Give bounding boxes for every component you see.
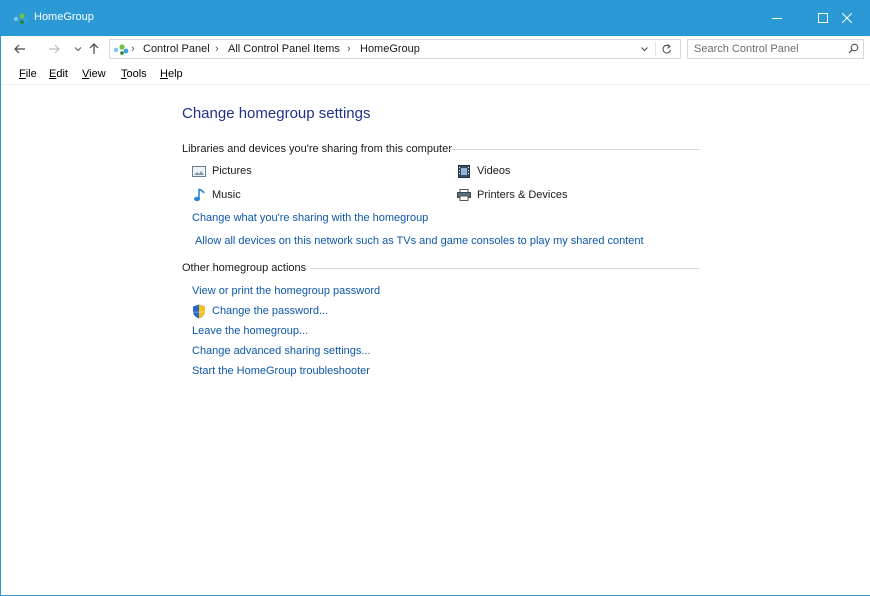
page-title: Change homegroup settings [182,105,371,122]
menu-tools-label: ools [126,68,147,80]
forward-button[interactable] [47,42,61,56]
navigation-bar: › Control Panel › All Control Panel Item… [1,36,870,63]
music-label: Music [212,189,241,201]
leave-homegroup-link[interactable]: Leave the homegroup... [192,325,308,337]
menu-help-label: elp [167,68,183,80]
videos-label: Videos [477,165,511,177]
breadcrumb-control-panel[interactable]: Control Panel [143,43,210,55]
sharing-section-divider [447,149,700,150]
breadcrumb-separator: › [131,43,135,55]
printer-icon [456,188,472,202]
shared-item-printers: Printers & Devices [456,188,567,202]
recent-locations-button[interactable] [71,42,85,56]
breadcrumb-all-items[interactable]: All Control Panel Items [228,43,340,55]
search-button[interactable] [848,43,859,57]
menu-view-label: iew [89,68,106,80]
content-pane: Change homegroup settings Libraries and … [1,86,870,595]
menu-edit-label: dit [56,68,68,80]
videos-icon [456,164,472,178]
up-button[interactable] [87,42,101,56]
chevron-down-icon [641,47,648,52]
up-arrow-icon [89,43,99,54]
menu-help-accel: H [160,68,168,80]
allow-all-devices-link[interactable]: Allow all devices on this network such a… [195,235,644,247]
troubleshooter-link[interactable]: Start the HomeGroup troubleshooter [192,365,370,377]
music-icon [191,188,207,202]
title-bar[interactable]: HomeGroup [1,0,870,36]
homegroup-app-icon [13,13,29,24]
shared-item-music: Music [191,188,241,202]
address-divider [655,42,656,56]
search-input[interactable] [694,42,844,56]
breadcrumb-homegroup[interactable]: HomeGroup [360,43,420,55]
change-sharing-link[interactable]: Change what you're sharing with the home… [192,212,428,224]
close-icon [842,13,852,23]
menu-file-accel: F [19,68,26,80]
change-password-link[interactable]: Change the password... [212,305,328,317]
chevron-down-icon [74,47,82,52]
back-button[interactable] [13,42,27,56]
back-arrow-icon [14,44,25,54]
forward-arrow-icon [49,44,60,54]
shared-item-pictures: Pictures [191,164,252,178]
control-panel-icon [113,44,129,55]
search-icon [848,43,859,54]
menu-file[interactable]: File [19,68,37,80]
window-title: HomeGroup [34,11,94,23]
sharing-section-heading: Libraries and devices you're sharing fro… [182,143,452,155]
uac-shield-icon [193,304,205,319]
shared-item-videos: Videos [456,164,510,178]
address-dropdown-button[interactable] [640,43,649,58]
actions-section-heading: Other homegroup actions [182,262,307,274]
close-button[interactable] [824,0,870,36]
menu-view[interactable]: View [82,68,106,80]
refresh-button[interactable] [661,43,672,58]
homegroup-window: HomeGroup › Control Panel › All Control … [0,0,870,596]
menu-help[interactable]: Help [160,68,183,80]
search-box[interactable] [687,39,864,59]
address-bar[interactable]: › Control Panel › All Control Panel Item… [109,39,681,59]
printers-label: Printers & Devices [477,189,568,201]
pictures-icon [191,164,207,178]
menu-file-label: ile [25,68,37,80]
menu-tools[interactable]: Tools [121,68,147,80]
view-password-link[interactable]: View or print the homegroup password [192,285,380,297]
breadcrumb-separator: › [347,43,351,55]
menu-edit[interactable]: Edit [49,68,68,80]
minimize-icon [772,18,782,19]
minimize-button[interactable] [754,0,800,36]
actions-section-divider [310,268,700,269]
advanced-sharing-link[interactable]: Change advanced sharing settings... [192,345,371,357]
breadcrumb-separator: › [215,43,219,55]
pictures-label: Pictures [212,165,252,177]
refresh-icon [662,44,671,54]
menu-bar: File Edit View Tools Help [1,66,870,85]
